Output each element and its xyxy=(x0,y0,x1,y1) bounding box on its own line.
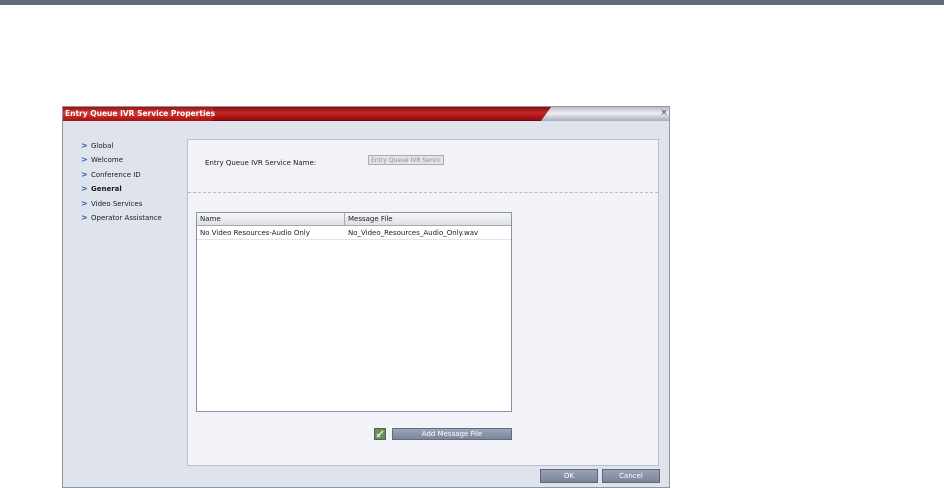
message-file-icon[interactable] xyxy=(374,428,386,440)
cancel-button[interactable]: Cancel xyxy=(602,469,660,483)
add-message-file-button[interactable]: Add Message File xyxy=(392,428,512,440)
sidebar-item-label: Global xyxy=(91,142,114,150)
sidebar-item-video-services[interactable]: > Video Services xyxy=(81,199,142,210)
sidebar-item-label: Video Services xyxy=(91,200,143,208)
cell-message-file: No_Video_Resources_Audio_Only.wav xyxy=(348,229,479,237)
service-name-label: Entry Queue IVR Service Name: xyxy=(205,159,317,167)
sidebar-item-welcome[interactable]: > Welcome xyxy=(81,155,123,166)
sidebar-item-operator-assistance[interactable]: > Operator Assistance xyxy=(81,213,162,224)
sidebar-item-global[interactable]: > Global xyxy=(81,141,113,152)
sidebar-nav: > Global > Welcome > Conference ID > General… xyxy=(63,121,187,487)
table-header: Name Message File xyxy=(197,213,511,226)
dialog-title: Entry Queue IVR Service Properties xyxy=(65,109,216,118)
chevron-right-icon: > xyxy=(81,170,88,179)
chevron-right-icon: > xyxy=(81,213,88,222)
sidebar-item-label: Operator Assistance xyxy=(91,214,162,222)
close-icon[interactable]: × xyxy=(659,108,669,119)
table-row[interactable]: No Video Resources-Audio Only No_Video_R… xyxy=(197,227,511,240)
dialog-titlebar: Entry Queue IVR Service Properties × xyxy=(63,107,669,121)
divider xyxy=(188,192,658,193)
chevron-right-icon: > xyxy=(81,155,88,164)
sidebar-item-label: General xyxy=(91,185,122,193)
column-header-name[interactable]: Name xyxy=(197,213,345,226)
titlebar-right xyxy=(541,107,669,121)
sidebar-item-label: Welcome xyxy=(91,156,124,164)
general-panel: Entry Queue IVR Service Name: Entry Queu… xyxy=(187,139,659,466)
properties-dialog: Entry Queue IVR Service Properties × > Gl… xyxy=(62,106,670,488)
chevron-right-icon: > xyxy=(81,141,88,150)
service-name-field[interactable]: Entry Queue IVR Servic xyxy=(368,155,444,165)
sidebar-item-label: Conference ID xyxy=(91,171,141,179)
column-header-message-file[interactable]: Message File xyxy=(345,213,511,226)
ok-button[interactable]: OK xyxy=(540,469,598,483)
chevron-right-icon: > xyxy=(81,199,88,208)
message-files-table: Name Message File No Video Resources-Aud… xyxy=(196,212,512,412)
top-bar xyxy=(0,0,944,5)
chevron-right-icon: > xyxy=(81,184,88,193)
sidebar-item-conference-id[interactable]: > Conference ID xyxy=(81,170,141,181)
cell-name: No Video Resources-Audio Only xyxy=(200,229,310,237)
sidebar-item-general[interactable]: > General xyxy=(81,184,122,195)
